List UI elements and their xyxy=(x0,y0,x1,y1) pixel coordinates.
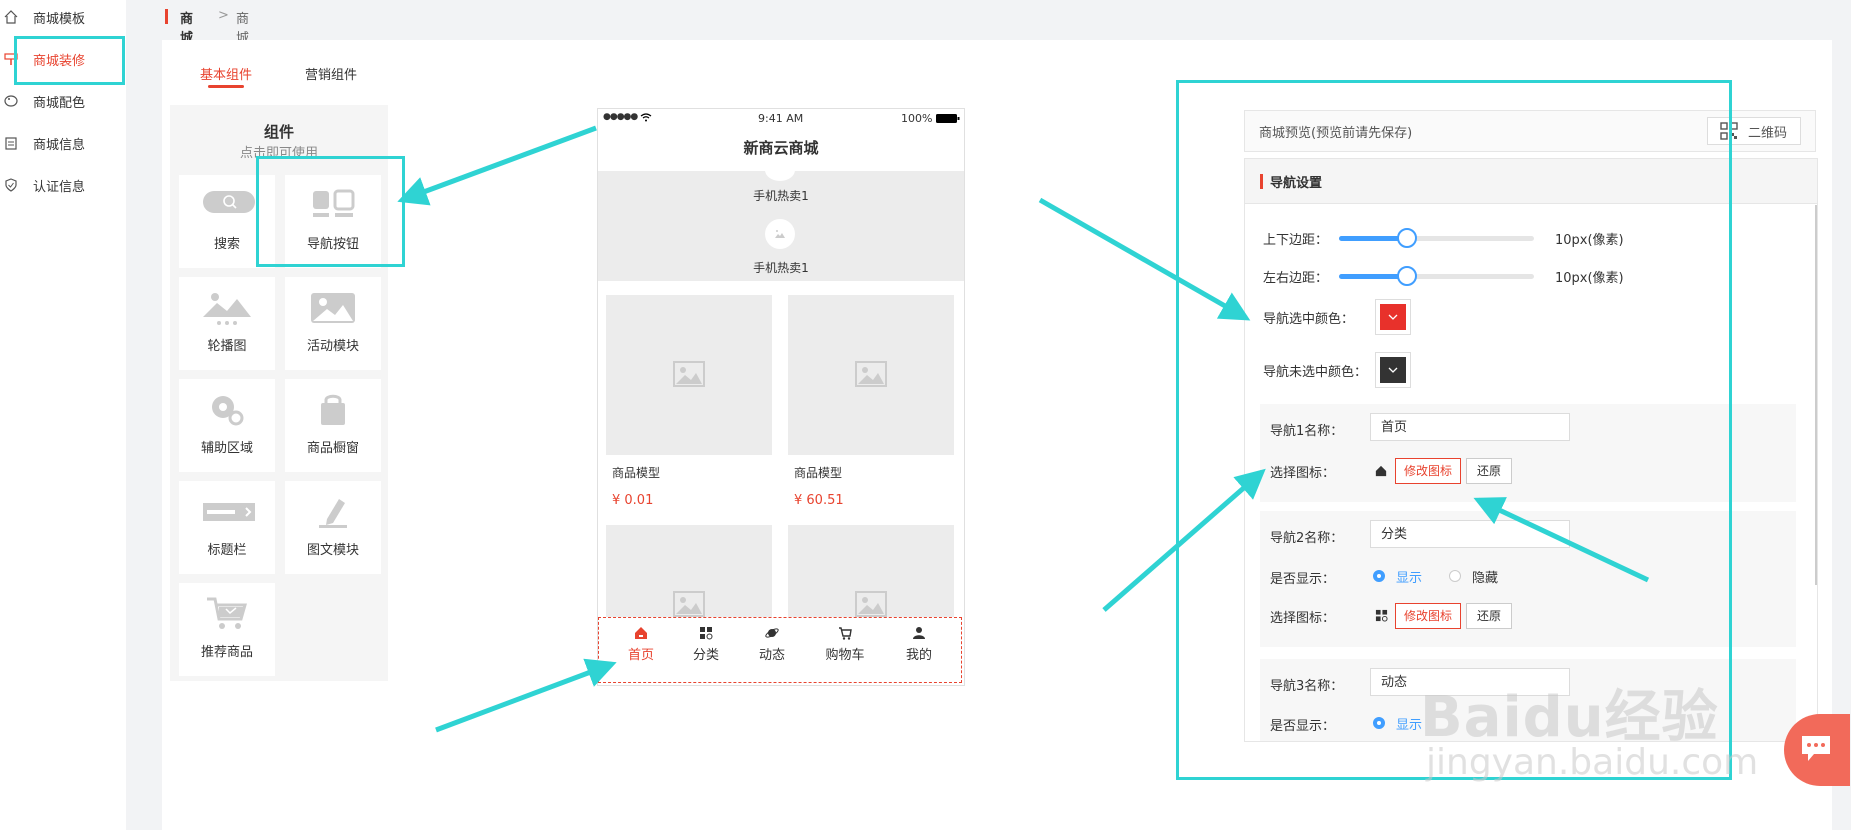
image-placeholder-icon xyxy=(673,591,705,617)
sidebar-item-auth[interactable]: 认证信息 xyxy=(0,168,126,204)
sidebar-item-info[interactable]: 商城信息 xyxy=(0,126,126,162)
cart-icon xyxy=(207,597,247,629)
sidebar-item-label: 商城信息 xyxy=(33,138,86,153)
components-title: 组件 xyxy=(263,123,294,141)
component-label: 推荐商品 xyxy=(200,645,253,660)
activity-image-icon xyxy=(311,293,355,323)
tabbar-label: 分类 xyxy=(692,648,719,663)
image-placeholder-icon xyxy=(855,361,887,387)
component-showcase[interactable]: 商品橱窗 xyxy=(285,379,381,472)
tabbar-item-mine[interactable]: 我的 xyxy=(889,626,949,663)
shield-icon xyxy=(5,178,17,192)
watermark-logo: Baidu经验 xyxy=(1420,685,1719,750)
qr-code-label: 二维码 xyxy=(1748,126,1788,141)
hot-item-image xyxy=(765,159,795,181)
phone-preview: ●●●●● 9:41 AM 100% 新商云商城 手机热卖1 手机热卖1 商品模… xyxy=(597,108,965,686)
hot-item-image xyxy=(765,219,795,249)
tabbar-label: 我的 xyxy=(905,648,932,663)
tabbar-label: 首页 xyxy=(627,648,654,663)
sidebar-item-color[interactable]: 商城配色 xyxy=(0,84,126,120)
hot-nav-section: 手机热卖1 手机热卖1 xyxy=(598,159,964,281)
component-image-text[interactable]: 图文模块 xyxy=(285,481,381,574)
home-icon xyxy=(635,627,647,639)
component-carousel[interactable]: 轮播图 xyxy=(179,277,275,370)
clipboard-icon xyxy=(5,137,17,150)
grid-icon xyxy=(700,627,713,640)
component-label: 标题栏 xyxy=(207,543,247,558)
carousel-icon xyxy=(203,293,251,325)
watermark-url: jingyan.baidu.com xyxy=(1426,742,1759,783)
edit-pen-icon xyxy=(319,499,347,528)
user-icon xyxy=(913,627,925,639)
product-image[interactable] xyxy=(788,525,954,625)
tools-icon xyxy=(212,396,244,426)
hot-item-label[interactable]: 手机热卖1 xyxy=(598,187,964,204)
signal-indicator: ●●●●● xyxy=(603,112,638,122)
palette-icon xyxy=(4,95,18,107)
component-auxiliary[interactable]: 辅助区域 xyxy=(179,379,275,472)
sidebar-item-template[interactable]: 商城模板 xyxy=(0,0,126,36)
component-label: 轮播图 xyxy=(207,339,247,354)
search-bar-icon xyxy=(203,191,255,213)
breadcrumb-accent xyxy=(165,9,168,24)
product-image[interactable] xyxy=(606,295,772,455)
tabbar-item-moments[interactable]: 动态 xyxy=(742,626,802,663)
battery-icon xyxy=(936,114,960,123)
highlight-box xyxy=(14,36,125,85)
image-placeholder-icon xyxy=(775,230,785,238)
image-placeholder-icon xyxy=(673,361,705,387)
component-label: 商品橱窗 xyxy=(306,441,359,456)
wifi-icon xyxy=(640,113,652,122)
tabbar-item-home[interactable]: 首页 xyxy=(611,626,671,663)
tabbar-item-category[interactable]: 分类 xyxy=(676,626,736,663)
component-label: 图文模块 xyxy=(306,543,359,558)
component-activity[interactable]: 活动模块 xyxy=(285,277,381,370)
chat-bubble-icon xyxy=(1802,736,1830,761)
sidebar: 商城模板 商城装修 商城配色 商城信息 认证信息 xyxy=(0,0,126,830)
product-name: 商品模型 xyxy=(612,466,661,480)
image-placeholder-icon xyxy=(855,591,887,617)
component-recommend[interactable]: 推荐商品 xyxy=(179,583,275,676)
tab-active-indicator xyxy=(208,85,244,88)
sidebar-item-label: 商城模板 xyxy=(33,12,86,27)
hot-item-label[interactable]: 手机热卖1 xyxy=(598,259,964,276)
title-bar-icon xyxy=(203,503,255,521)
planet-icon xyxy=(765,628,779,638)
breadcrumb-separator: > xyxy=(218,8,229,23)
battery-percent: 100% xyxy=(901,112,933,125)
component-label: 辅助区域 xyxy=(200,441,253,456)
product-image[interactable] xyxy=(606,525,772,625)
tab-marketing-components[interactable]: 营销组件 xyxy=(305,64,357,83)
phone-title: 新商云商城 xyxy=(743,139,819,157)
highlight-box xyxy=(256,156,405,267)
product-price: ¥ 0.01 xyxy=(612,493,654,508)
status-time: 9:41 AM xyxy=(758,112,804,125)
sidebar-item-label: 商城配色 xyxy=(33,96,86,111)
component-label: 活动模块 xyxy=(306,339,359,354)
product-price: ¥ 60.51 xyxy=(794,493,844,508)
cart-icon xyxy=(839,627,852,640)
product-image[interactable] xyxy=(788,295,954,455)
settings-scrollbar[interactable] xyxy=(1815,205,1817,585)
tabbar-item-cart[interactable]: 购物车 xyxy=(815,626,875,663)
component-title-bar[interactable]: 标题栏 xyxy=(179,481,275,574)
tabbar-label: 动态 xyxy=(758,648,785,663)
chat-button[interactable] xyxy=(1784,714,1850,786)
product-name: 商品模型 xyxy=(794,466,843,480)
tabbar-label: 购物车 xyxy=(825,648,865,663)
phone-tabbar[interactable]: 首页 分类 动态 购物车 我的 xyxy=(598,617,962,683)
tab-basic-components[interactable]: 基本组件 xyxy=(200,64,252,83)
home-icon xyxy=(4,10,18,24)
sidebar-item-label: 认证信息 xyxy=(33,180,86,195)
shopping-bag-icon xyxy=(321,394,345,425)
